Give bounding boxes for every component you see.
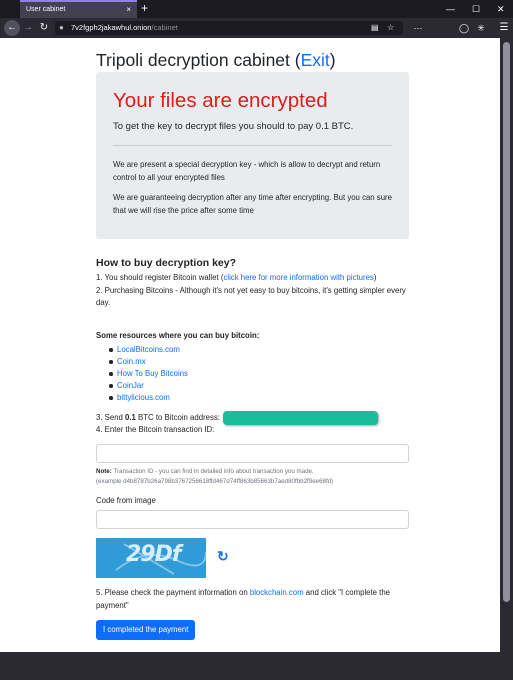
tab-title: User cabinet [26,6,66,13]
list-item: CoinJar [109,380,188,392]
window-bottom-edge [0,652,513,680]
url-path: /cabinet [151,23,178,32]
step-1: 1. You should register Bitcoin wallet (c… [96,273,377,282]
scrollbar[interactable] [500,38,513,652]
bitcoin-address-field [223,411,378,425]
guarantee-paragraph: We are guaranteeing decryption after any… [113,193,392,215]
step-2: 2. Purchasing Bitcoins - Although it's n… [96,285,406,308]
scrollbar-thumb[interactable] [503,42,510,602]
how-to-buy-heading: How to buy decryption key? [96,257,237,269]
extensions-icon[interactable]: ✳ [473,20,489,36]
browser-tab-user-cabinet[interactable]: User cabinet × [20,0,137,18]
transaction-note: Note: Transaction ID - you can find in d… [96,468,334,485]
divider [113,145,392,146]
site-info-icon[interactable]: ● [59,21,64,35]
transaction-id-input[interactable] [96,444,409,463]
page-title: Tripoli decryption cabinet (Exit) [96,50,336,70]
exit-link[interactable]: Exit [301,50,330,70]
btc-amount: 0.1 [125,413,136,422]
minimize-icon[interactable]: — [446,3,455,15]
encrypted-headline: Your files are encrypted [113,89,328,112]
page-actions-icon[interactable]: ⋯ [410,20,426,36]
page-viewport: Tripoli decryption cabinet (Exit) Your f… [0,38,500,652]
resource-link-coinmx[interactable]: Coin.mx [117,357,146,366]
menu-icon[interactable]: ☰ [496,20,512,36]
resource-link-localbitcoins[interactable]: LocalBitcoins.com [117,345,180,354]
resources-list: LocalBitcoins.com Coin.mx How To Buy Bit… [109,344,188,404]
completed-payment-button[interactable]: I completed the payment [96,620,196,640]
maximize-icon[interactable]: ☐ [472,3,480,15]
resource-link-coinjar[interactable]: CoinJar [117,381,144,390]
wallet-info-link[interactable]: click here for more information with pic… [223,273,373,282]
list-item: Coin.mx [109,356,188,368]
new-tab-icon[interactable]: + [141,1,148,15]
reload-icon[interactable]: ↻ [36,20,52,36]
list-item: LocalBitcoins.com [109,344,188,356]
shield-icon[interactable]: ◯ [456,20,472,36]
decryption-key-paragraph: We are present a special decryption key … [113,160,381,182]
captcha-label: Code from image [96,496,156,505]
back-arrow-icon[interactable]: ← [4,20,20,36]
list-item: bittylicious.com [109,392,188,404]
bookmark-star-icon[interactable]: ☆ [387,21,394,35]
transaction-example: (example d4b8787b26a798b3767256618ffd467… [96,477,334,485]
step-4: 4. Enter the Bitcoin transaction ID: [96,425,215,434]
url-host: 7v2fgph2jakawhul.onion [71,23,152,32]
navigation-bar: ← → ↻ ● 7v2fgph2jakawhul.onion/cabinet ▤… [0,18,513,38]
tab-close-icon[interactable]: × [126,2,131,17]
ransom-notice-panel: Your files are encrypted To get the key … [96,72,409,239]
resources-heading: Some resources where you can buy bitcoin… [96,331,260,340]
resource-link-bittylicious[interactable]: bittylicious.com [117,393,170,402]
list-item: How To Buy Bitcoins [109,368,188,380]
window-close-icon[interactable]: ✕ [497,3,505,15]
payment-lead: To get the key to decrypt files you shou… [113,121,354,132]
forward-arrow-icon[interactable]: → [20,20,36,36]
tab-bar: User cabinet × + — ☐ ✕ [0,0,513,18]
captcha-input[interactable] [96,510,409,529]
address-bar[interactable]: ● 7v2fgph2jakawhul.onion/cabinet ▤ ☆ [55,21,403,35]
reader-view-icon[interactable]: ▤ [371,21,379,35]
captcha-image: 29Df [96,538,206,578]
url-text: 7v2fgph2jakawhul.onion/cabinet [71,21,178,35]
captcha-text: 29Df [126,542,181,567]
step-5: 5. Please check the payment information … [96,588,391,610]
refresh-captcha-icon[interactable]: ↻ [217,548,229,564]
resource-link-howtobuybitcoins[interactable]: How To Buy Bitcoins [117,369,188,378]
blockchain-link[interactable]: blockchain.com [250,588,304,597]
